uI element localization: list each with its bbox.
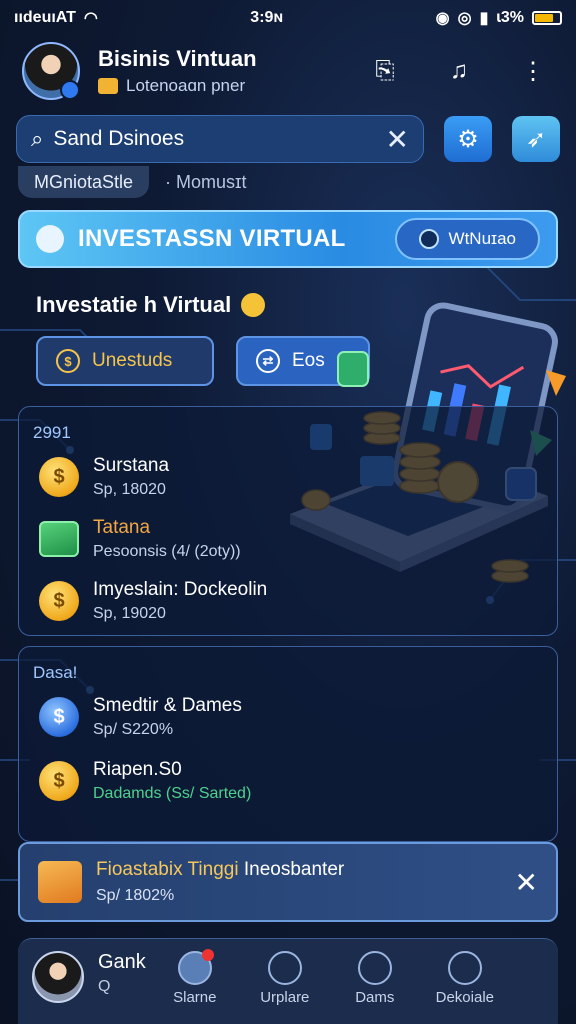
investment-panel: Investatie h Virtual $ Unestuds ⇄ Eos — [18, 268, 558, 408]
list-item-subtitle: Pesoonsis (4/ (2oty)) — [93, 543, 241, 560]
rocket-icon: ➶ — [525, 125, 547, 153]
status-bar: ııdeuıAT ◠ 3:9ɴ ◉ ◎ ▮ ɩ3% — [0, 0, 576, 36]
panel-heading: Investatie h Virtual — [36, 292, 232, 317]
app-subtitle: Lotenoaɑn pner — [126, 76, 246, 95]
coin-icon: $ — [39, 761, 79, 801]
coin-icon: $ — [39, 457, 79, 497]
smile-emoji-icon — [241, 293, 266, 317]
list-item-subtitle: Sp, 19020 — [93, 605, 166, 622]
app-title: Bisinis Vintuan — [98, 46, 257, 71]
carrier-label: ııdeuıAT — [14, 9, 76, 26]
eye-icon: ◎ — [457, 10, 472, 27]
wifi-icon: ◠ — [83, 10, 98, 27]
nav-item-label: Dams — [355, 989, 395, 1006]
nav-item-label: Slarne — [173, 989, 217, 1006]
notice-title-rest: Ineosbanter — [243, 859, 345, 880]
nav-item[interactable]: Urplare — [240, 951, 330, 1006]
home-icon — [177, 949, 214, 985]
user-name: Gank — [98, 951, 146, 973]
list-item[interactable]: $ Imyeslain: Dockeolin Sp, 19020 — [39, 579, 267, 623]
profile-avatar[interactable] — [22, 42, 80, 100]
deals-card: Dasa! $ Smedtir & Dames Sp/ S220% $ Riap… — [18, 646, 558, 842]
filter-chip-active[interactable]: MGniotaStle — [18, 166, 150, 198]
bottom-nav: Gank Q Slarne Urplare Dams Dekoiale — [18, 938, 558, 1024]
wallet-icon — [98, 78, 118, 94]
clear-search-icon[interactable]: ✕ — [386, 123, 409, 156]
filter-chips: MGniotaStle · Momusɪt — [18, 164, 246, 200]
list-item-subtitle: Sp/ S220% — [93, 721, 174, 738]
add-icon — [267, 951, 302, 985]
user-avatar[interactable] — [32, 951, 84, 1003]
search-row: ⌕ ✕ ⚙ ➶ — [16, 114, 560, 164]
profile-icon — [447, 951, 482, 985]
banner-action-label: WtNuɪao — [448, 229, 516, 248]
clock: 3:9ɴ — [250, 9, 284, 26]
notice-title: Fioastabix Tinggi — [96, 859, 239, 880]
dollar-icon: $ — [56, 349, 80, 373]
list-item-subtitle: Dadamds (Ss/ Sarted) — [93, 785, 252, 802]
search-input[interactable] — [53, 127, 376, 151]
notice-card[interactable]: Fioastabix Tinggi Ineosbanter Sp/ 1802% … — [18, 842, 558, 922]
notification-bell-icon[interactable]: ♫ — [444, 56, 474, 86]
card-label: Dasa! — [33, 663, 78, 682]
battery-icon — [532, 11, 562, 25]
nav-item-label: Urplare — [260, 989, 310, 1006]
nav-item[interactable]: Dams — [330, 951, 420, 1006]
document-icon[interactable]: ⎘ — [370, 56, 400, 86]
settings-button[interactable]: ⚙ — [444, 116, 492, 162]
investment-banner[interactable]: INVESTASSN VIRTUAL WtNuɪao — [18, 210, 558, 268]
list-item[interactable]: $ Riapen.S0 Dadamds (Ss/ Sarted) — [39, 759, 251, 803]
holdings-card: 2991 $ Surstana Sp, 18020 Tatana Pesoons… — [18, 406, 558, 636]
user-sub: Q — [98, 978, 111, 995]
app-header: Bisinis Vintuan Lotenoaɑn pner ⎘ ♫ ⋮ — [0, 36, 576, 106]
coin-icon: $ — [39, 581, 79, 621]
invest-button-label: Unestuds — [92, 350, 173, 371]
filter-chip-label: Momusɪt — [176, 171, 247, 192]
list-item-title: Imyeslain: Dockeolin — [93, 579, 268, 600]
list-item[interactable]: $ Smedtir & Dames Sp/ S220% — [39, 695, 242, 739]
banner-title: INVESTASSN VIRTUAL — [78, 225, 346, 252]
list-item-title: Surstana — [93, 455, 170, 476]
list-item[interactable]: $ Surstana Sp, 18020 — [39, 455, 169, 499]
list-item-title: Tatana — [93, 517, 151, 538]
list-item-title: Smedtir & Dames — [93, 695, 242, 716]
more-menu-icon[interactable]: ⋮ — [518, 56, 548, 86]
eos-button-label: Eos — [292, 350, 325, 371]
list-item[interactable]: Tatana Pesoonsis (4/ (2oty)) — [39, 517, 241, 561]
list-item-title: Riapen.S0 — [93, 759, 182, 780]
close-icon[interactable]: ✕ — [515, 866, 538, 899]
invest-button[interactable]: $ Unestuds — [36, 336, 214, 386]
battery-percent: ɩ3% — [496, 9, 524, 26]
nav-item[interactable]: Dekoiale — [420, 951, 510, 1006]
notice-subtitle: Sp/ 1802% — [96, 887, 175, 904]
rocket-button[interactable]: ➶ — [512, 116, 560, 162]
search-bar[interactable]: ⌕ ✕ — [16, 115, 424, 163]
signal-icon: ▮ — [479, 10, 489, 27]
chat-icon — [357, 951, 392, 985]
nav-item[interactable]: Slarne — [150, 949, 240, 1006]
alarm-icon: ◉ — [435, 10, 450, 27]
search-icon: ⌕ — [31, 126, 44, 151]
banner-action-button[interactable]: WtNuɪao — [394, 218, 540, 260]
swap-icon: ⇄ — [256, 349, 280, 373]
list-item-subtitle: Sp, 18020 — [93, 481, 166, 498]
dollar-coin-icon: $ — [39, 697, 79, 737]
gear-icon: ⚙ — [457, 125, 479, 153]
cash-icon — [39, 521, 79, 557]
eos-button[interactable]: ⇄ Eos — [236, 336, 370, 386]
filter-chip[interactable]: · Momusɪt — [165, 172, 246, 193]
card-label: 2991 — [33, 423, 71, 442]
nav-item-label: Dekoiale — [435, 989, 494, 1006]
users-icon — [36, 225, 64, 253]
globe-icon — [418, 229, 439, 249]
verified-badge-icon — [60, 80, 80, 100]
stack-icon — [38, 861, 82, 903]
